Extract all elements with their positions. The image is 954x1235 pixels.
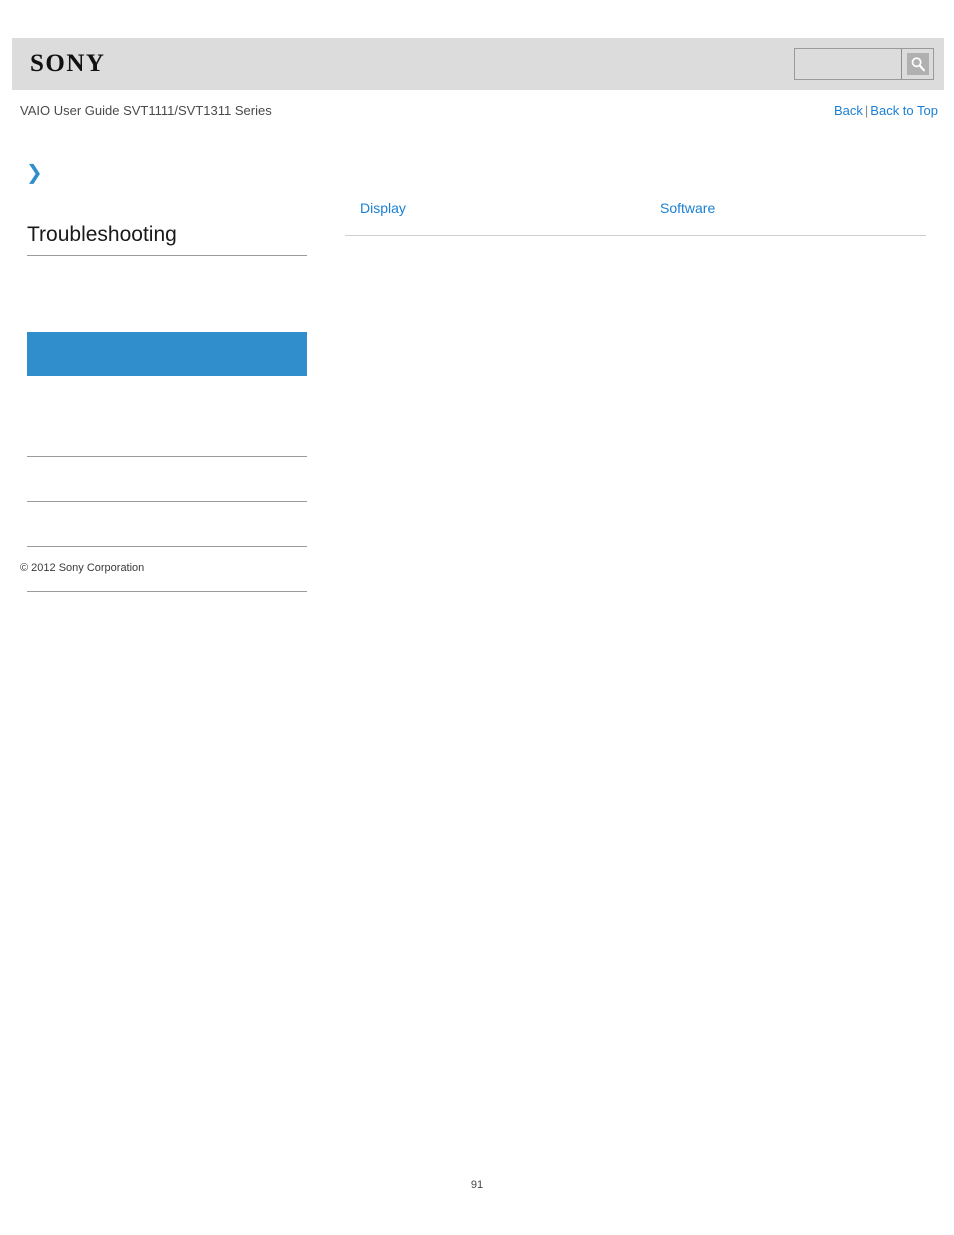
main-content: Display Software	[345, 190, 926, 236]
copyright-text: © 2012 Sony Corporation	[20, 562, 145, 574]
topic-link-software[interactable]: Software	[660, 198, 715, 218]
guide-title: VAIO User Guide SVT1111/SVT1311 Series	[20, 103, 272, 118]
list-item[interactable]	[27, 502, 307, 547]
list-item	[27, 296, 307, 332]
header-nav-links: Back | Back to Top	[834, 102, 938, 120]
back-to-top-link[interactable]: Back to Top	[870, 103, 938, 118]
double-chevron-right-icon[interactable]: ❯	[26, 162, 44, 182]
page-title: Troubleshooting	[27, 222, 307, 256]
site-header: SONY	[12, 38, 944, 90]
page-number: 91	[470, 1179, 484, 1191]
list-item	[27, 376, 307, 412]
list-item[interactable]	[27, 412, 307, 457]
sidebar-nav-list	[27, 296, 307, 592]
list-item[interactable]	[27, 457, 307, 502]
search-button[interactable]	[901, 49, 933, 79]
sony-logo: SONY	[30, 50, 106, 77]
sidebar-item-selected[interactable]	[27, 332, 307, 376]
topic-link-display[interactable]: Display	[360, 198, 406, 218]
search-box[interactable]	[794, 48, 934, 80]
back-link[interactable]: Back	[834, 103, 863, 118]
search-icon	[906, 53, 929, 75]
topic-row: Display Software	[345, 190, 926, 236]
search-input[interactable]	[795, 49, 901, 79]
